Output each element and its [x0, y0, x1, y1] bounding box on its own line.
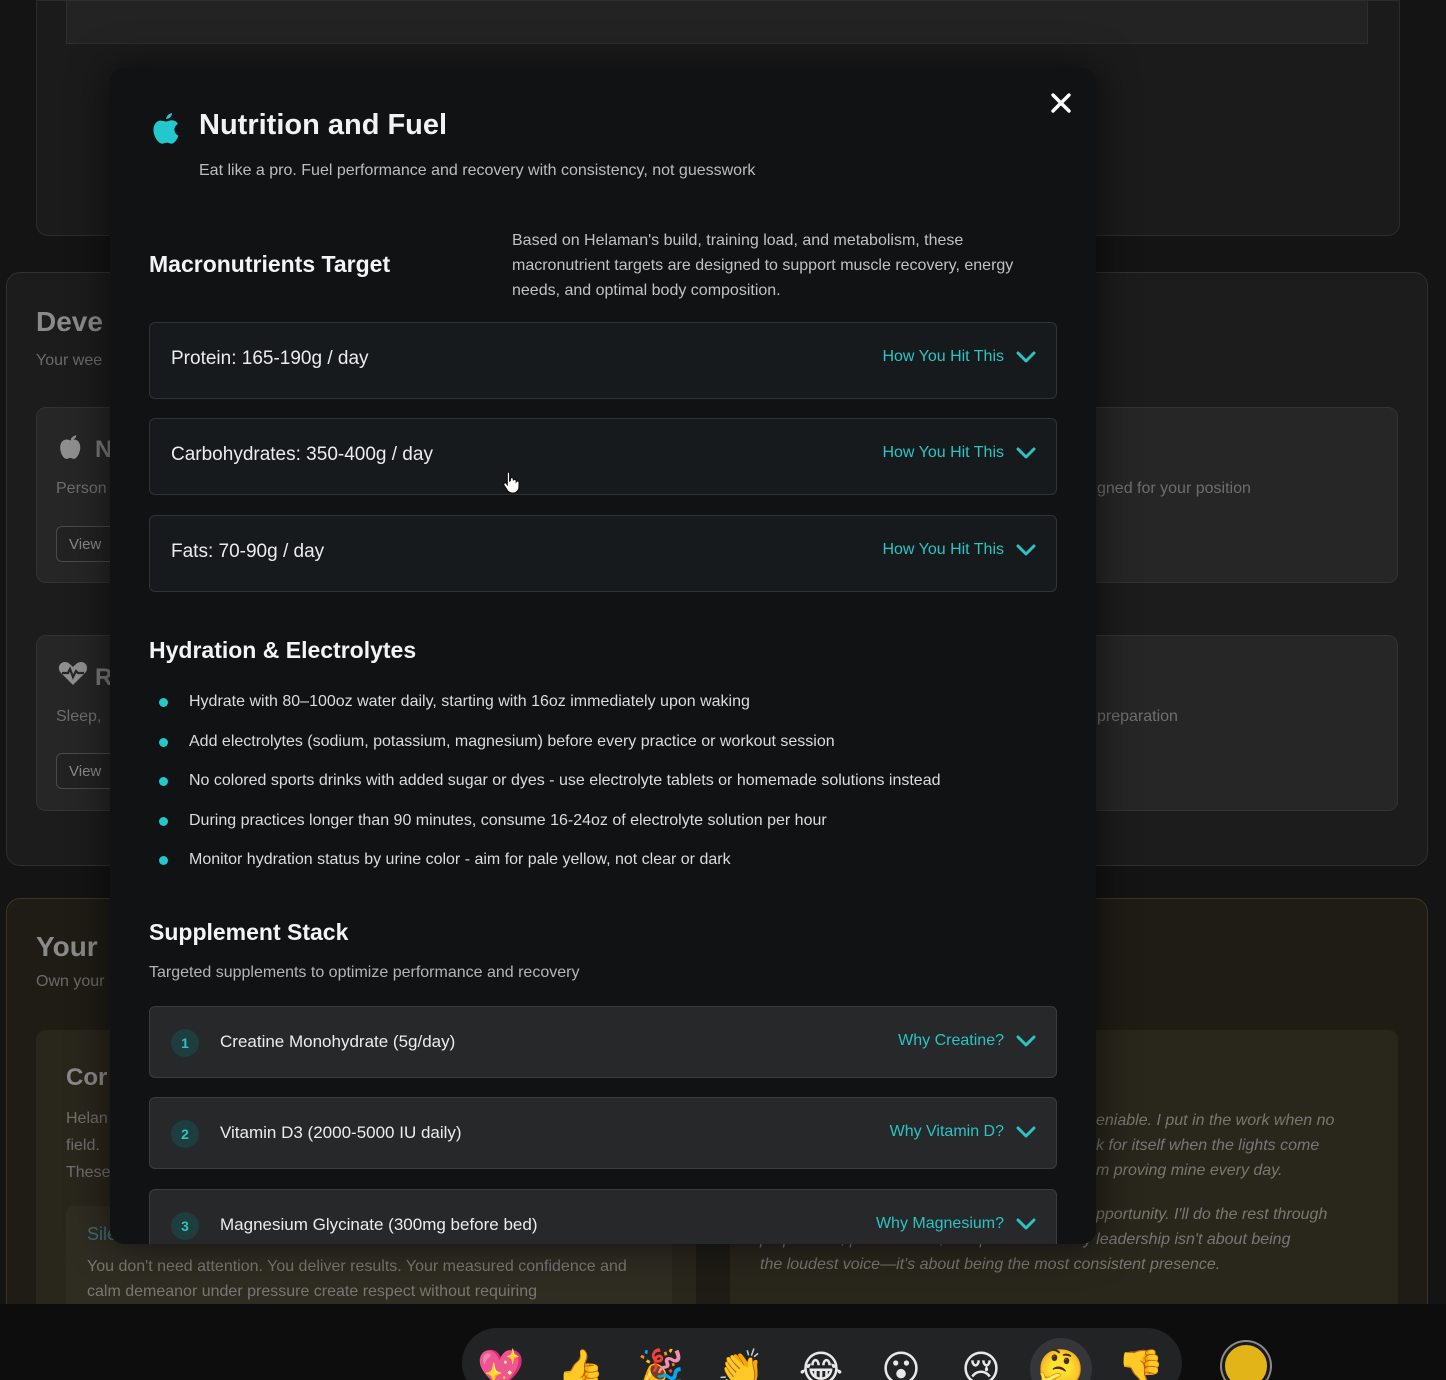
- chevron-down-icon: [1016, 351, 1036, 363]
- party-popper-icon[interactable]: 🎉: [630, 1338, 692, 1380]
- apple-icon: [58, 432, 84, 459]
- close-button[interactable]: [1044, 86, 1078, 120]
- toggle-label: How You Hit This: [882, 541, 1004, 558]
- supplement-number: 2: [171, 1120, 199, 1148]
- nutrition-card-right-text: gned for your position: [1097, 480, 1251, 497]
- thumbs-up-icon[interactable]: 👍: [550, 1338, 612, 1380]
- silent-leader-text: You don't need attention. You deliver re…: [87, 1258, 627, 1300]
- list-item: Add electrolytes (sodium, potassium, mag…: [159, 732, 1059, 772]
- list-item: During practices longer than 90 minutes,…: [159, 811, 1059, 851]
- toggle-label: Why Creatine?: [898, 1032, 1004, 1049]
- recovery-card-right-text: preparation: [1097, 708, 1178, 725]
- core-text-line: field.: [66, 1137, 100, 1154]
- hydration-list: Hydrate with 80–100oz water daily, start…: [159, 692, 1059, 890]
- supplement-row-creatine[interactable]: 1 Creatine Monohydrate (5g/day) Why Crea…: [149, 1006, 1057, 1078]
- recovery-card-text: Sleep,: [56, 708, 102, 725]
- bullet-dot: [159, 777, 168, 786]
- sparkling-heart-icon[interactable]: 💖: [470, 1338, 532, 1380]
- nutrition-modal: Nutrition and Fuel Eat like a pro. Fuel …: [110, 68, 1096, 1244]
- toggle-label: Why Vitamin D?: [889, 1123, 1004, 1140]
- chevron-down-icon: [1016, 1218, 1036, 1230]
- your-identity-title: Your: [36, 931, 98, 962]
- bullet-dot: [159, 816, 168, 826]
- clapping-hands-icon[interactable]: 👏: [710, 1338, 772, 1380]
- list-item-text: Monitor hydration status by urine color …: [189, 851, 731, 868]
- supplements-subtitle: Targeted supplements to optimize perform…: [149, 964, 580, 981]
- list-item: No colored sports drinks with added suga…: [159, 771, 1059, 811]
- toggle-label: How You Hit This: [882, 444, 1004, 461]
- macros-description: Based on Helaman's build, training load,…: [512, 232, 1014, 299]
- bullet-dot: [159, 856, 168, 865]
- supplement-number: 3: [171, 1212, 199, 1240]
- core-text-line: These: [66, 1164, 111, 1181]
- your-identity-subtitle: Own your: [36, 973, 105, 990]
- supplement-row-magnesium[interactable]: 3 Magnesium Glycinate (300mg before bed)…: [149, 1189, 1057, 1244]
- list-item-text: Add electrolytes (sodium, potassium, mag…: [189, 732, 835, 750]
- chevron-down-icon: [1016, 1126, 1036, 1138]
- heart-pulse-icon: [58, 660, 88, 686]
- quote-line: m proving mine every day.: [1096, 1162, 1283, 1179]
- apple-icon: [153, 113, 179, 144]
- how-you-hit-this-toggle[interactable]: How You Hit This: [882, 444, 1036, 462]
- nutrition-card-text: Person: [56, 480, 107, 497]
- development-title: Deve: [36, 306, 103, 337]
- how-you-hit-this-toggle[interactable]: How You Hit This: [882, 348, 1036, 366]
- toggle-label: Why Magnesium?: [875, 1215, 1004, 1232]
- development-subtitle: Your wee: [36, 352, 103, 369]
- quote-line: pportunity. I'll do the rest through: [1096, 1206, 1328, 1223]
- why-toggle[interactable]: Why Magnesium?: [876, 1215, 1036, 1233]
- macro-row-fats[interactable]: Fats: 70-90g / day How You Hit This: [149, 515, 1057, 592]
- macro-row-protein[interactable]: Protein: 165-190g / day How You Hit This: [149, 322, 1057, 399]
- macros-title: Macronutrients Target: [149, 251, 391, 277]
- tears-of-joy-icon[interactable]: 😂: [790, 1338, 852, 1380]
- list-item-text: Hydrate with 80–100oz water daily, start…: [189, 693, 750, 710]
- list-item-text: During practices longer than 90 minutes,…: [189, 811, 827, 829]
- chevron-down-icon: [1016, 544, 1036, 556]
- bullet-dot: [159, 737, 168, 747]
- top-card-inner: [66, 0, 1368, 44]
- why-toggle[interactable]: Why Creatine?: [898, 1032, 1036, 1050]
- toggle-label: How You Hit This: [882, 348, 1004, 365]
- supplement-row-vitamin-d[interactable]: 2 Vitamin D3 (2000-5000 IU daily) Why Vi…: [149, 1097, 1057, 1169]
- quote-line: k for itself when the lights come: [1096, 1137, 1320, 1154]
- supplement-label: Magnesium Glycinate (300mg before bed): [220, 1215, 538, 1234]
- why-toggle[interactable]: Why Vitamin D?: [890, 1123, 1036, 1141]
- thinking-face-icon[interactable]: 🤔: [1030, 1338, 1092, 1380]
- close-icon: [1051, 93, 1071, 113]
- supplements-title: Supplement Stack: [149, 919, 349, 945]
- chevron-down-icon: [1016, 447, 1036, 459]
- pointer-cursor-icon: [503, 471, 520, 494]
- thumbs-down-icon[interactable]: 👎: [1110, 1338, 1172, 1380]
- list-item-text: No colored sports drinks with added suga…: [189, 772, 941, 789]
- macro-label: Protein: 165-190g / day: [171, 348, 369, 369]
- hydration-title: Hydration & Electrolytes: [149, 637, 417, 663]
- quote-line: eniable. I put in the work when no: [1096, 1112, 1335, 1129]
- list-item: Monitor hydration status by urine color …: [159, 850, 1059, 890]
- macro-label: Fats: 70-90g / day: [171, 541, 325, 562]
- how-you-hit-this-toggle[interactable]: How You Hit This: [882, 541, 1036, 559]
- core-title: Cor: [66, 1064, 108, 1091]
- modal-title: Nutrition and Fuel: [199, 109, 448, 141]
- quote-line: the loudest voice—it's about being the m…: [760, 1256, 1221, 1273]
- macro-label: Carbohydrates: 350-400g / day: [171, 444, 433, 465]
- list-item: Hydrate with 80–100oz water daily, start…: [159, 692, 1059, 732]
- supplement-label: Vitamin D3 (2000-5000 IU daily): [220, 1123, 462, 1142]
- core-text-line: Helan: [66, 1110, 108, 1127]
- supplement-number: 1: [171, 1029, 199, 1057]
- modal-subtitle: Eat like a pro. Fuel performance and rec…: [199, 162, 756, 179]
- bullet-dot: [159, 698, 168, 707]
- supplement-label: Creatine Monohydrate (5g/day): [220, 1032, 456, 1051]
- macro-row-carbohydrates[interactable]: Carbohydrates: 350-400g / day How You Hi…: [149, 418, 1057, 495]
- chevron-down-icon: [1016, 1035, 1036, 1047]
